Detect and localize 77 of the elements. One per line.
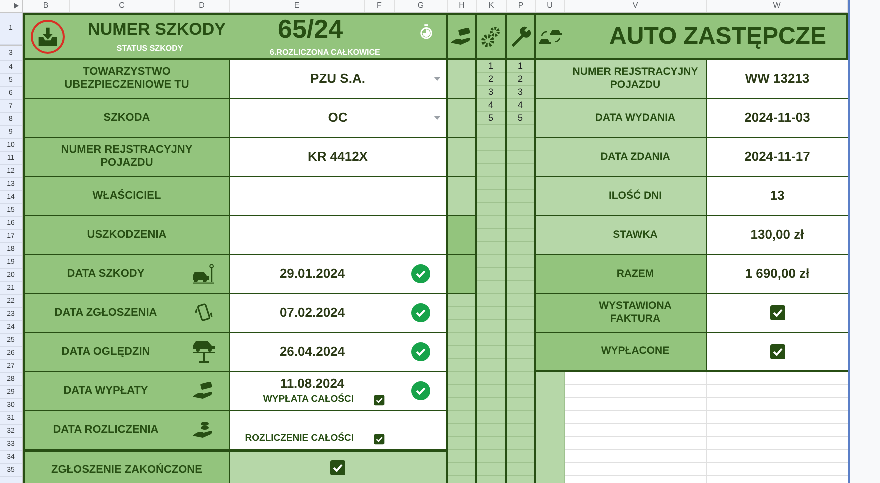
field-value: 1 690,00 zł: [745, 265, 810, 284]
field-label: DATA ROZLICZENIA: [52, 424, 160, 436]
field-value: KR 4412X: [308, 148, 368, 166]
date-value: 11.08.2024: [280, 376, 345, 392]
step-number: 4: [518, 100, 523, 110]
column-header[interactable]: V: [632, 2, 638, 10]
claim-status: 6.ROZLICZONA CAŁKOWICE: [270, 48, 382, 58]
checkbox[interactable]: [374, 434, 385, 444]
phone-icon: [195, 302, 213, 324]
car-and-post-icon: [192, 264, 216, 284]
field-label: ILOŚĆ DNI: [608, 190, 662, 202]
hand-money-icon: [450, 28, 474, 46]
field-label: DATA ZGŁOSZENIA: [54, 306, 158, 320]
field-label: DATA OGLĘDZIN: [60, 346, 152, 358]
field-value: PZU S.A.: [310, 70, 366, 88]
claim-title: NUMER SZKODY: [87, 19, 226, 41]
field-value: 130,00 zł: [750, 226, 804, 244]
column-header[interactable]: F: [377, 2, 382, 10]
step-number: 5: [518, 114, 523, 122]
stopwatch-icon: [420, 24, 432, 40]
caret-icon[interactable]: [434, 116, 441, 120]
checkbox[interactable]: [770, 344, 786, 360]
wrench-icon: [510, 24, 532, 48]
field-label: ZGŁOSZENIE ZAKOŃCZONE: [50, 464, 204, 476]
field-label: NUMER REJSTRACYJNY POJAZDU: [572, 66, 698, 92]
option-label: ROZLICZENIE CAŁOŚCI: [245, 432, 354, 446]
date-value: 26.04.2024: [280, 344, 346, 360]
checkbox[interactable]: [374, 394, 385, 406]
column-header[interactable]: G: [418, 2, 424, 10]
step-number: 5: [488, 114, 494, 122]
field-value: WW 13213: [745, 70, 810, 88]
field-label: STAWKA: [613, 228, 658, 242]
column-header[interactable]: H: [459, 2, 465, 10]
field-label: WYSTAWIONA FAKTURA: [599, 300, 672, 326]
download-icon[interactable]: [36, 26, 58, 48]
date-value: 29.01.2024: [280, 266, 346, 282]
caret-icon[interactable]: [434, 77, 441, 81]
column-header[interactable]: E: [294, 2, 300, 10]
car-on-lift-icon: [191, 340, 217, 364]
step-number: 2: [488, 74, 494, 84]
field-label: TOWARZYSTWO UBEZPIECZENIOWE TU: [64, 66, 190, 92]
field-label: DATA WYPŁATY: [62, 384, 150, 398]
column-header[interactable]: B: [43, 2, 49, 10]
column-header[interactable]: W: [773, 2, 781, 10]
option-label: WYPŁATA CAŁOŚCI: [263, 392, 354, 407]
column-header[interactable]: D: [199, 2, 205, 10]
field-label: RAZEM: [616, 268, 654, 280]
step-number: 1: [518, 62, 523, 70]
section-title: AUTO ZASTĘPCZE: [608, 22, 828, 52]
field-label: WYPŁACONE: [601, 345, 670, 358]
step-number: 2: [518, 74, 523, 84]
field-label: DATA ZDANIA: [600, 150, 670, 164]
field-label: SZKODA: [102, 112, 152, 124]
column-header[interactable]: P: [518, 2, 524, 10]
field-value: 2024-11-03: [744, 109, 810, 128]
field-value: 13: [770, 187, 785, 206]
gears-icon: [481, 26, 501, 48]
status-label: STATUS SZKODY: [116, 44, 184, 54]
checkbox[interactable]: [330, 460, 346, 476]
step-number: 3: [488, 88, 494, 96]
column-header[interactable]: C: [119, 2, 125, 10]
checkbox[interactable]: [770, 305, 786, 321]
step-number: 1: [488, 62, 494, 70]
field-label: USZKODZENIA: [86, 228, 168, 242]
step-number: 4: [488, 100, 494, 110]
column-header[interactable]: U: [547, 2, 553, 10]
claim-number: 65/24: [277, 16, 344, 42]
field-label: DATA WYDANIA: [595, 112, 676, 124]
step-number: 3: [518, 88, 523, 96]
column-header[interactable]: K: [488, 2, 494, 10]
field-label: DATA SZKODY: [66, 268, 146, 280]
field-value: 2024-11-17: [744, 148, 810, 166]
expand-arrow-icon[interactable]: [14, 3, 19, 9]
field-label: NUMER REJSTRACYJNY POJAZDU: [60, 144, 194, 170]
date-value: 07.02.2024: [280, 305, 346, 321]
field-value: OC: [328, 109, 348, 128]
field-label: WŁAŚCICIEL: [92, 190, 162, 202]
